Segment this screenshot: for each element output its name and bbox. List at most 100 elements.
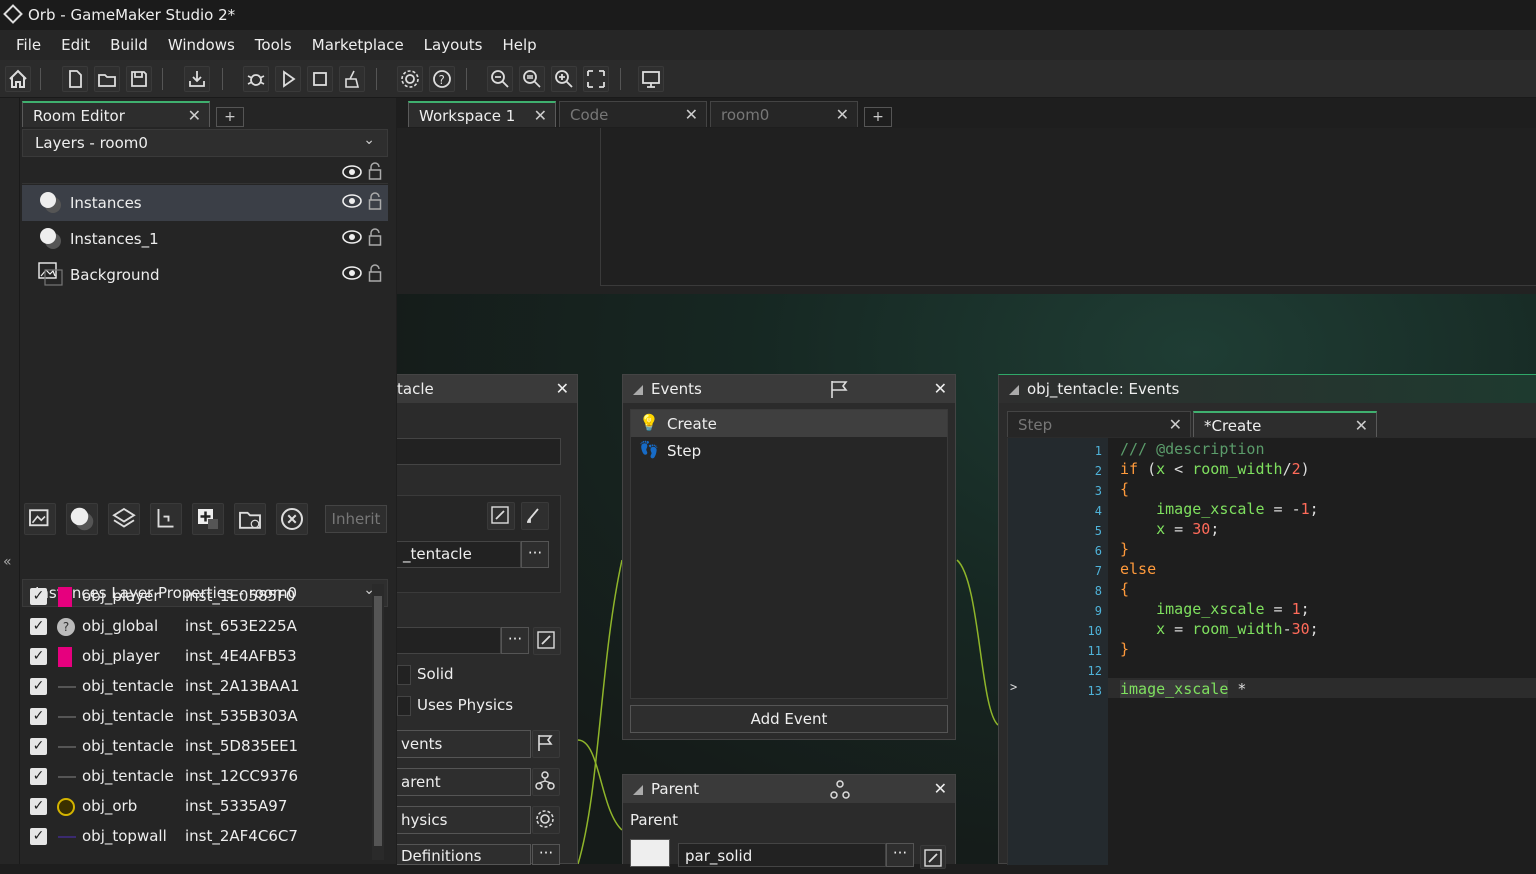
list-item[interactable]: ✓? obj_global inst_653E225A bbox=[22, 612, 370, 642]
lock-icon[interactable] bbox=[368, 228, 382, 246]
tab-step[interactable]: Step ✕ bbox=[1007, 411, 1191, 437]
delete-layer-icon[interactable] bbox=[276, 503, 308, 535]
collapse-left-icon[interactable]: « bbox=[3, 554, 12, 570]
object-name-input[interactable] bbox=[397, 438, 561, 465]
eye-icon[interactable] bbox=[342, 165, 362, 179]
edit-icon[interactable] bbox=[920, 845, 946, 869]
close-icon[interactable]: ✕ bbox=[934, 379, 947, 398]
add-asset-layer-icon[interactable] bbox=[192, 503, 224, 535]
list-item[interactable]: ✓ obj_player inst_1E0585F0 bbox=[22, 582, 370, 612]
physics-checkbox[interactable] bbox=[397, 696, 411, 716]
hierarchy-icon[interactable] bbox=[532, 768, 560, 796]
zoom-in-icon[interactable] bbox=[551, 66, 577, 92]
event-step[interactable]: 👣 Step bbox=[631, 437, 947, 464]
menu-marketplace[interactable]: Marketplace bbox=[302, 36, 414, 54]
close-icon[interactable]: ✕ bbox=[1355, 416, 1368, 435]
parent-field[interactable]: par_solid bbox=[678, 843, 886, 867]
menu-help[interactable]: Help bbox=[492, 36, 546, 54]
close-icon[interactable]: ✕ bbox=[1169, 415, 1182, 434]
monitor-icon[interactable] bbox=[638, 66, 664, 92]
add-layer-folder-icon[interactable] bbox=[234, 503, 266, 535]
help-icon[interactable]: ? bbox=[429, 66, 455, 92]
scrollbar-thumb[interactable] bbox=[374, 596, 382, 846]
physics-button[interactable]: hysics bbox=[397, 806, 531, 834]
eye-icon[interactable] bbox=[342, 194, 362, 208]
checkbox[interactable]: ✓ bbox=[30, 648, 47, 665]
menu-edit[interactable]: Edit bbox=[51, 36, 100, 54]
edit-mask-icon[interactable] bbox=[533, 627, 561, 655]
checkbox[interactable]: ✓ bbox=[30, 828, 47, 845]
event-create[interactable]: 💡 Create bbox=[631, 410, 947, 437]
sprite-field[interactable]: _tentacle bbox=[397, 541, 521, 568]
events-button[interactable]: vents bbox=[397, 730, 531, 758]
mask-field[interactable] bbox=[397, 627, 501, 654]
more-button[interactable]: ··· bbox=[521, 541, 549, 568]
checkbox[interactable]: ✓ bbox=[30, 678, 47, 695]
eye-icon[interactable] bbox=[342, 230, 362, 244]
tab-workspace-1[interactable]: Workspace 1 ✕ bbox=[408, 101, 556, 127]
close-icon[interactable]: ✕ bbox=[685, 105, 698, 124]
checkbox[interactable]: ✓ bbox=[30, 798, 47, 815]
parent-button[interactable]: arent bbox=[397, 768, 531, 796]
close-icon[interactable]: ✕ bbox=[556, 379, 569, 398]
list-item[interactable]: ✓ obj_tentacle inst_535B303A bbox=[22, 702, 370, 732]
flag-icon[interactable] bbox=[829, 379, 849, 399]
checkbox[interactable]: ✓ bbox=[30, 768, 47, 785]
new-file-icon[interactable] bbox=[62, 66, 88, 92]
hierarchy-icon[interactable] bbox=[829, 779, 851, 801]
add-instance-layer-icon[interactable] bbox=[66, 503, 98, 535]
close-icon[interactable]: ✕ bbox=[836, 105, 849, 124]
add-path-layer-icon[interactable] bbox=[150, 503, 182, 535]
tab-room-editor[interactable]: Room Editor ✕ bbox=[22, 101, 210, 127]
run-icon[interactable] bbox=[275, 66, 301, 92]
solid-checkbox[interactable] bbox=[397, 665, 411, 685]
lock-icon[interactable] bbox=[368, 192, 382, 210]
checkbox[interactable]: ✓ bbox=[30, 618, 47, 635]
inherit-button[interactable]: Inherit bbox=[325, 505, 387, 533]
zoom-fit-icon[interactable] bbox=[583, 66, 609, 92]
layer-instances-1[interactable]: Instances_1 bbox=[22, 221, 388, 257]
checkbox[interactable]: ✓ bbox=[30, 738, 47, 755]
lock-icon[interactable] bbox=[368, 264, 382, 282]
debug-icon[interactable] bbox=[243, 66, 269, 92]
open-folder-icon[interactable] bbox=[94, 66, 120, 92]
more-button[interactable]: ··· bbox=[501, 627, 529, 654]
menu-windows[interactable]: Windows bbox=[158, 36, 245, 54]
list-item[interactable]: ✓ obj_tentacle inst_2A13BAA1 bbox=[22, 672, 370, 702]
more-button[interactable]: ··· bbox=[532, 844, 560, 865]
add-tab-button[interactable]: + bbox=[864, 107, 892, 127]
menu-tools[interactable]: Tools bbox=[245, 36, 302, 54]
stop-icon[interactable] bbox=[307, 66, 333, 92]
list-item[interactable]: ✓ obj_topwall inst_2AF4C6C7 bbox=[22, 822, 370, 852]
settings-gear-icon[interactable] bbox=[397, 66, 423, 92]
list-item[interactable]: ✓ obj_tentacle inst_12CC9376 bbox=[22, 762, 370, 792]
edit-sprite-icon[interactable] bbox=[487, 502, 515, 530]
zoom-out-icon[interactable] bbox=[487, 66, 513, 92]
save-icon[interactable] bbox=[126, 66, 152, 92]
brush-icon[interactable] bbox=[521, 502, 549, 530]
layer-instances[interactable]: Instances bbox=[22, 185, 388, 221]
close-icon[interactable]: ✕ bbox=[934, 779, 947, 798]
lock-icon[interactable] bbox=[368, 162, 382, 180]
menu-file[interactable]: File bbox=[6, 36, 51, 54]
list-item[interactable]: ✓ obj_tentacle inst_5D835EE1 bbox=[22, 732, 370, 762]
add-tile-layer-icon[interactable] bbox=[108, 503, 140, 535]
checkbox[interactable]: ✓ bbox=[30, 708, 47, 725]
scrollbar[interactable] bbox=[372, 584, 384, 860]
tab-code[interactable]: Code ✕ bbox=[559, 101, 707, 127]
add-background-layer-icon[interactable] bbox=[24, 503, 56, 535]
clean-icon[interactable] bbox=[339, 66, 365, 92]
tab-room0[interactable]: room0 ✕ bbox=[710, 101, 858, 127]
layers-header[interactable]: Layers - room0 ⌄ bbox=[22, 129, 388, 157]
tab-create[interactable]: *Create ✕ bbox=[1193, 411, 1377, 437]
close-icon[interactable]: ✕ bbox=[188, 106, 201, 125]
code-editor[interactable]: > 1 2 3 4 5 6 7 8 9 10 11 12 13 /// @description if … bbox=[1007, 438, 1536, 865]
list-item[interactable]: ✓ obj_orb inst_5335A97 bbox=[22, 792, 370, 822]
eye-icon[interactable] bbox=[342, 266, 362, 280]
export-icon[interactable] bbox=[184, 66, 210, 92]
variable-definitions-button[interactable]: Definitions bbox=[397, 844, 531, 865]
gear-icon[interactable] bbox=[532, 806, 560, 834]
list-item[interactable]: ✓ obj_player inst_4E4AFB53 bbox=[22, 642, 370, 672]
menu-build[interactable]: Build bbox=[100, 36, 158, 54]
add-tab-button[interactable]: + bbox=[216, 107, 244, 127]
